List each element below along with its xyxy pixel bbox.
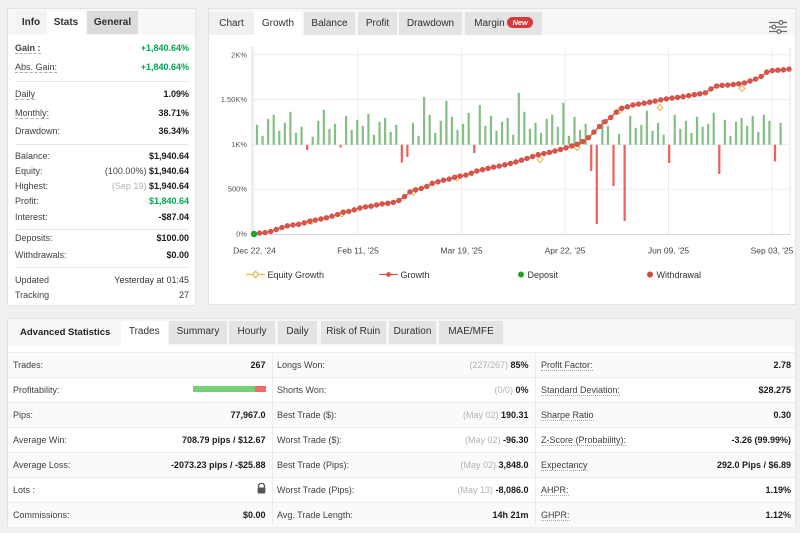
svg-text:1.50K%: 1.50K% [221, 95, 248, 104]
svg-text:Dec 22, '24: Dec 22, '24 [233, 246, 276, 256]
svg-text:0%: 0% [236, 230, 247, 239]
svg-text:Mar 19, '25: Mar 19, '25 [440, 246, 483, 256]
svg-text:Apr 22, '25: Apr 22, '25 [545, 246, 586, 256]
svg-text:Jun 09, '25: Jun 09, '25 [648, 246, 690, 256]
svg-text:1K%: 1K% [231, 140, 247, 149]
svg-text:Feb 11, '25: Feb 11, '25 [337, 246, 379, 256]
svg-text:500%: 500% [228, 185, 248, 194]
svg-text:2K%: 2K% [231, 50, 247, 59]
svg-text:Sep 03, '25: Sep 03, '25 [751, 246, 794, 256]
